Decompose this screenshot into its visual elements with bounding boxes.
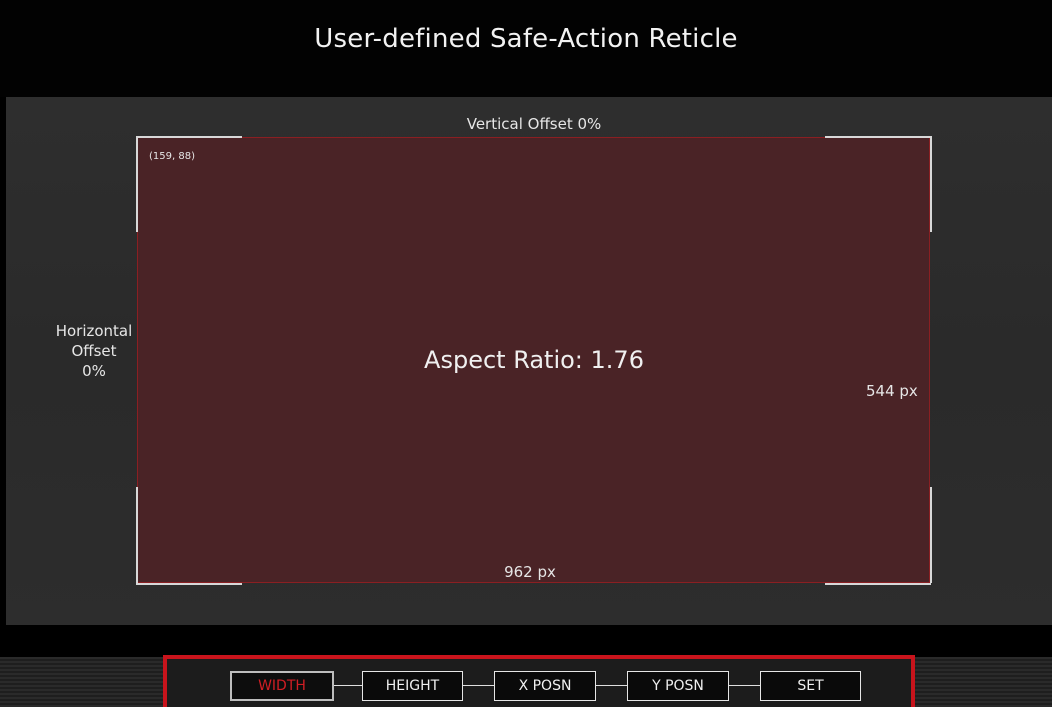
bottom-band	[0, 625, 1052, 657]
toolbar-connector	[596, 685, 627, 686]
width-readout: 962 px	[504, 563, 556, 581]
y-posn-button[interactable]: Y POSN	[627, 671, 729, 701]
reticle-screen: User-defined Safe-Action Reticle Vertica…	[0, 0, 1052, 707]
page-title: User-defined Safe-Action Reticle	[314, 24, 738, 54]
width-button[interactable]: WIDTH	[230, 671, 334, 701]
horizontal-offset-line-1: Horizontal	[55, 322, 133, 340]
position-coordinates: (159, 88)	[149, 151, 195, 162]
toolbar-connector	[729, 685, 760, 686]
height-readout: 544 px	[866, 382, 918, 400]
horizontal-offset-label: Horizontal Offset 0%	[44, 321, 144, 381]
height-button[interactable]: HEIGHT	[362, 671, 463, 701]
horizontal-offset-line-3: 0%	[82, 362, 106, 380]
set-button[interactable]: SET	[760, 671, 861, 701]
toolbar-connector	[463, 685, 494, 686]
x-posn-button[interactable]: X POSN	[494, 671, 596, 701]
aspect-ratio-label: Aspect Ratio: 1.76	[424, 346, 644, 374]
horizontal-offset-line-2: Offset	[71, 342, 117, 360]
vertical-offset-label: Vertical Offset 0%	[466, 115, 602, 133]
toolbar-connector	[334, 685, 362, 686]
